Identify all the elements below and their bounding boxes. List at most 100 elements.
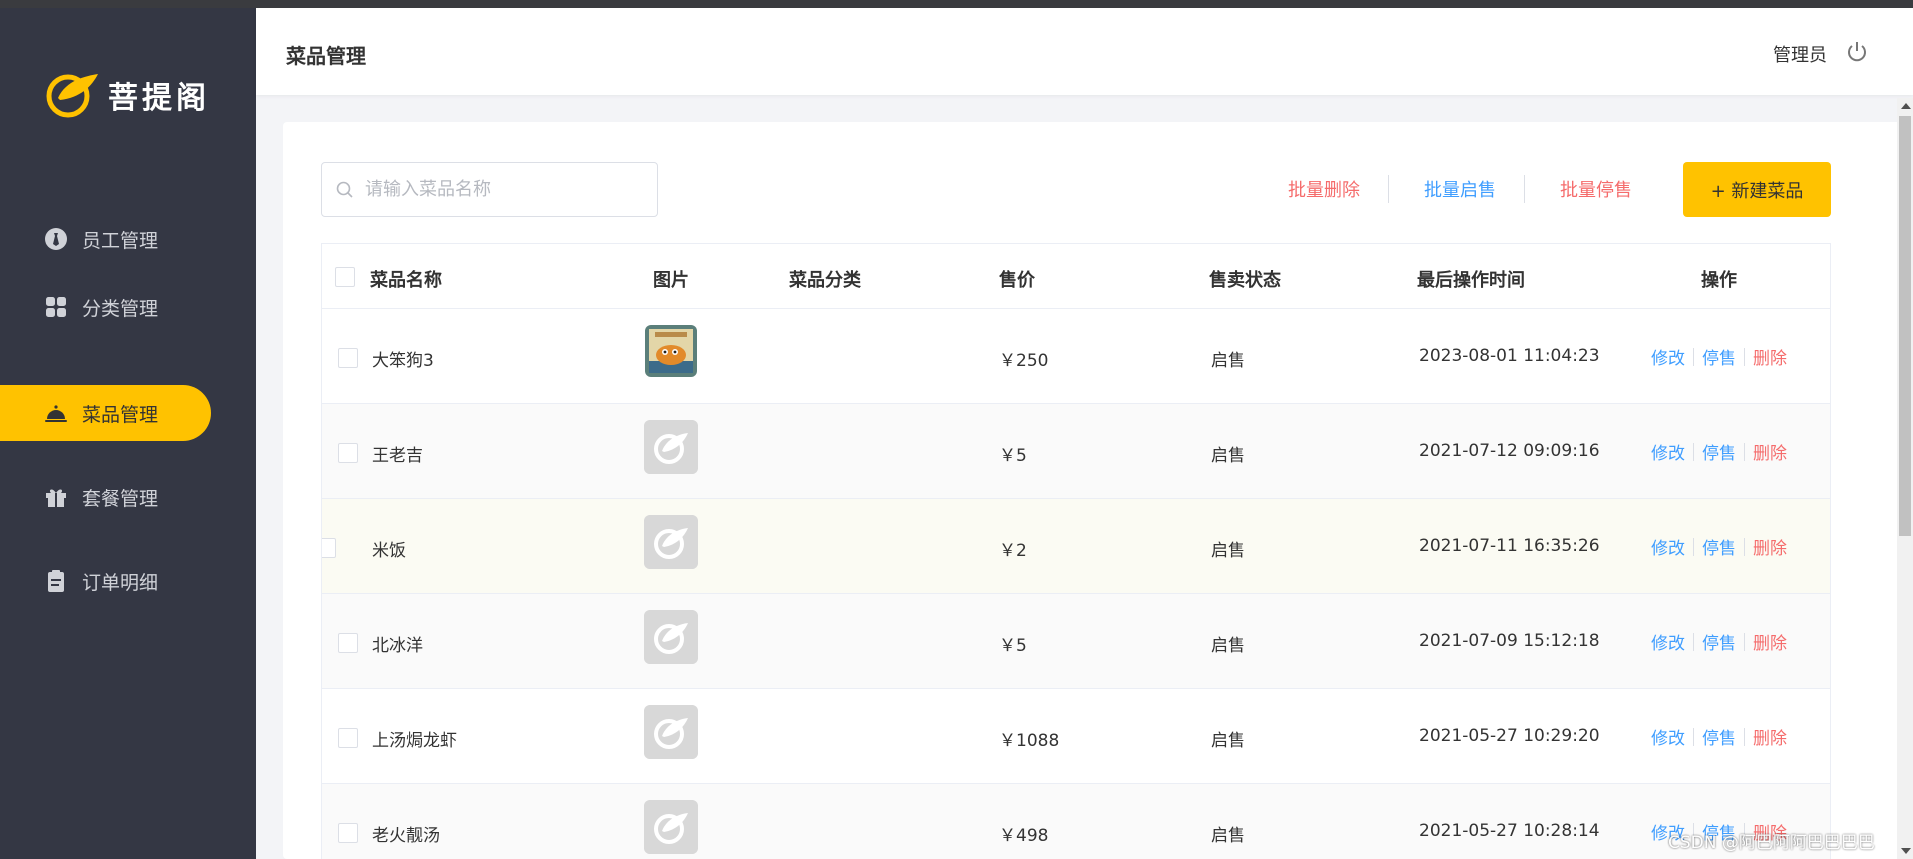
divider xyxy=(1744,442,1745,461)
delete-button[interactable]: 删除 xyxy=(1753,534,1787,559)
table-row[interactable]: 米饭 ￥2 启售 2021-07-11 16:35:26 修改 停售 删除 xyxy=(322,499,1830,594)
row-checkbox[interactable] xyxy=(338,823,358,843)
sidebar-item-dish[interactable]: 菜品管理 xyxy=(0,385,211,441)
new-dish-button[interactable]: + 新建菜品 xyxy=(1683,162,1831,217)
sidebar-item-label: 员工管理 xyxy=(82,229,159,252)
last-modified-time: 2021-07-09 15:12:18 xyxy=(1419,631,1600,651)
select-all-checkbox[interactable] xyxy=(335,267,355,287)
row-checkbox[interactable] xyxy=(338,348,358,368)
row-actions: 修改 停售 删除 xyxy=(1651,724,1787,749)
edit-button[interactable]: 修改 xyxy=(1651,439,1685,464)
edit-button[interactable]: 修改 xyxy=(1651,344,1685,369)
divider xyxy=(1388,175,1389,203)
last-modified-time: 2021-07-12 09:09:16 xyxy=(1419,441,1600,461)
dish-price: ￥5 xyxy=(999,446,1027,466)
disable-button[interactable]: 停售 xyxy=(1702,724,1736,749)
delete-button[interactable]: 删除 xyxy=(1753,344,1787,369)
sale-status: 启售 xyxy=(1211,541,1245,561)
divider xyxy=(1524,175,1525,203)
column-header: 菜品分类 xyxy=(789,270,861,291)
employee-icon xyxy=(45,228,67,250)
table-row[interactable]: 北冰洋 ￥5 启售 2021-07-09 15:12:18 修改 停售 删除 xyxy=(322,594,1830,689)
image-placeholder-icon xyxy=(644,420,698,474)
divider xyxy=(1693,727,1694,746)
sale-status: 启售 xyxy=(1211,731,1245,751)
scroll-up-arrow-icon[interactable] xyxy=(1901,103,1911,109)
image-placeholder-icon xyxy=(644,515,698,569)
disable-button[interactable]: 停售 xyxy=(1702,344,1736,369)
divider xyxy=(1693,632,1694,651)
power-icon[interactable] xyxy=(1845,40,1869,64)
table-header: 菜品名称 图片 菜品分类 售价 售卖状态 最后操作时间 操作 xyxy=(322,244,1830,309)
edit-button[interactable]: 修改 xyxy=(1651,724,1685,749)
logo-icon xyxy=(46,74,98,118)
dish-name: 王老吉 xyxy=(372,446,423,466)
category-grid-icon xyxy=(46,297,66,317)
dish-table: 菜品名称 图片 菜品分类 售价 售卖状态 最后操作时间 操作 大笨狗3 ￥250… xyxy=(321,243,1831,859)
dish-name: 老火靓汤 xyxy=(372,826,440,846)
row-actions: 修改 停售 删除 xyxy=(1651,534,1787,559)
divider xyxy=(1693,537,1694,556)
dish-price: ￥1088 xyxy=(999,731,1060,751)
header: 菜品管理 管理员 xyxy=(256,8,1913,95)
sale-status: 启售 xyxy=(1211,351,1245,371)
image-placeholder-icon xyxy=(644,800,698,854)
dish-photo xyxy=(645,325,697,377)
dish-cloche-icon xyxy=(45,405,67,422)
scroll-down-arrow-icon[interactable] xyxy=(1901,848,1911,854)
scroll-thumb[interactable] xyxy=(1899,116,1911,536)
sidebar-item-label: 套餐管理 xyxy=(82,487,159,510)
sale-status: 启售 xyxy=(1211,826,1245,846)
sidebar-item-label: 分类管理 xyxy=(82,297,159,320)
disable-button[interactable]: 停售 xyxy=(1702,534,1736,559)
batch-delete-button[interactable]: 批量删除 xyxy=(1288,176,1360,202)
table-row[interactable]: 上汤焗龙虾 ￥1088 启售 2021-05-27 10:29:20 修改 停售… xyxy=(322,689,1830,784)
row-checkbox[interactable] xyxy=(338,728,358,748)
search-input[interactable] xyxy=(365,179,645,200)
column-header: 售卖状态 xyxy=(1209,270,1281,291)
image-placeholder-icon xyxy=(644,705,698,759)
row-actions: 修改 停售 删除 xyxy=(1651,439,1787,464)
table-row[interactable]: 老火靓汤 ￥498 启售 2021-05-27 10:28:14 修改 停售 删… xyxy=(322,784,1830,859)
user-name[interactable]: 管理员 xyxy=(1773,41,1827,67)
sidebar-item-employee[interactable]: 员工管理 xyxy=(0,211,211,267)
divider xyxy=(1693,442,1694,461)
column-header: 图片 xyxy=(653,270,689,291)
search-icon xyxy=(336,181,353,198)
table-row[interactable]: 大笨狗3 ￥250 启售 2023-08-01 11:04:23 修改 停售 删… xyxy=(322,309,1830,404)
dish-price: ￥498 xyxy=(999,826,1049,846)
edit-button[interactable]: 修改 xyxy=(1651,629,1685,654)
last-modified-time: 2021-05-27 10:29:20 xyxy=(1419,726,1600,746)
sidebar-item-label: 订单明细 xyxy=(82,571,159,594)
row-checkbox[interactable] xyxy=(338,633,358,653)
sidebar-item-orders[interactable]: 订单明细 xyxy=(0,553,211,609)
row-checkbox[interactable] xyxy=(338,443,358,463)
batch-enable-button[interactable]: 批量启售 xyxy=(1424,176,1496,202)
delete-button[interactable]: 删除 xyxy=(1753,629,1787,654)
divider xyxy=(1744,632,1745,651)
window-top-border xyxy=(0,0,1913,8)
brand-name: 菩提阁 xyxy=(108,81,210,116)
sale-status: 启售 xyxy=(1211,446,1245,466)
page-scrollbar[interactable] xyxy=(1897,98,1913,859)
divider xyxy=(1693,347,1694,366)
column-header: 最后操作时间 xyxy=(1417,270,1525,291)
clipboard-icon xyxy=(48,570,64,592)
sidebar-item-combo[interactable]: 套餐管理 xyxy=(0,469,211,525)
disable-button[interactable]: 停售 xyxy=(1702,629,1736,654)
edit-button[interactable]: 修改 xyxy=(1651,534,1685,559)
sidebar: 菩提阁 员工管理 分类管理 菜品管理 套餐管理 订单明细 xyxy=(0,8,256,859)
dish-name: 北冰洋 xyxy=(372,636,423,656)
divider xyxy=(1744,347,1745,366)
disable-button[interactable]: 停售 xyxy=(1702,439,1736,464)
delete-button[interactable]: 删除 xyxy=(1753,439,1787,464)
sidebar-item-category[interactable]: 分类管理 xyxy=(0,279,211,335)
dish-price: ￥5 xyxy=(999,636,1027,656)
row-checkbox[interactable] xyxy=(322,538,336,558)
search-box[interactable] xyxy=(321,162,658,217)
delete-button[interactable]: 删除 xyxy=(1753,724,1787,749)
page-title: 菜品管理 xyxy=(286,44,366,68)
column-header: 售价 xyxy=(999,270,1035,291)
table-row[interactable]: 王老吉 ￥5 启售 2021-07-12 09:09:16 修改 停售 删除 xyxy=(322,404,1830,499)
batch-disable-button[interactable]: 批量停售 xyxy=(1560,176,1632,202)
